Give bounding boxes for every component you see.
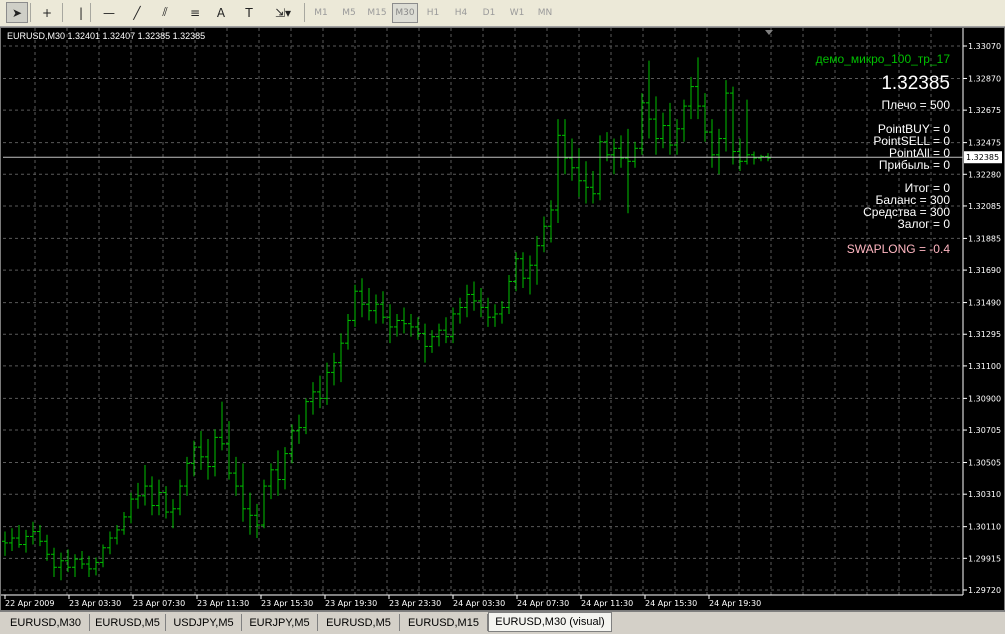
text-label-icon[interactable]: T bbox=[238, 2, 260, 23]
cursor-arrow-icon[interactable]: ➤ bbox=[6, 2, 28, 23]
y-tick-label: 1.29720 bbox=[968, 586, 1001, 595]
x-tick-label: 24 Apr 03:30 bbox=[453, 599, 505, 608]
x-tick-label: 23 Apr 03:30 bbox=[69, 599, 121, 608]
chart-tab[interactable]: EURUSD,M5 bbox=[318, 614, 400, 631]
timeframe-m5-button[interactable]: M5 bbox=[336, 3, 362, 23]
big-price: 1.32385 bbox=[881, 73, 950, 94]
x-tick-label: 22 Apr 2009 bbox=[5, 599, 54, 608]
x-tick-label: 24 Apr 07:30 bbox=[517, 599, 569, 608]
y-tick-label: 1.30310 bbox=[968, 490, 1001, 499]
y-tick-label: 1.30110 bbox=[968, 523, 1001, 532]
timeframe-m30-button[interactable]: M30 bbox=[392, 3, 418, 23]
arrows-dropdown-icon[interactable]: ⇲▾ bbox=[268, 2, 298, 23]
chart-tab[interactable]: EURUSD,M5 bbox=[90, 614, 166, 631]
y-tick-label: 1.32675 bbox=[968, 106, 1001, 115]
x-tick-label: 24 Apr 19:30 bbox=[709, 599, 761, 608]
y-tick-label: 1.32280 bbox=[968, 170, 1001, 179]
y-tick-label: 1.31100 bbox=[968, 362, 1001, 371]
chart-window[interactable]: 1.33070 1.32870 1.32675 1.32475 1.32280 1.320… bbox=[0, 27, 1005, 611]
swap-line: SWAPLONG = -0.4 bbox=[846, 242, 950, 256]
trendline-icon[interactable]: ╱ bbox=[126, 2, 148, 23]
timeframe-d1-button[interactable]: D1 bbox=[476, 3, 502, 23]
chart-tab[interactable]: EURUSD,M30 (visual) bbox=[488, 612, 612, 632]
equidistant-channel-icon[interactable]: ⫽ bbox=[154, 2, 176, 23]
horizontal-line-icon[interactable]: — bbox=[98, 2, 120, 23]
chart-tab[interactable]: EURUSD,M15 bbox=[400, 614, 488, 631]
leverage: Плечо = 500 bbox=[881, 98, 950, 112]
account-block: Итог = 0 Баланс = 300 Средства = 300 Залог … bbox=[863, 182, 950, 230]
y-tick-label: 1.31885 bbox=[968, 234, 1001, 243]
y-tick-label: 1.30705 bbox=[968, 426, 1001, 435]
y-tick-label: 1.32870 bbox=[968, 74, 1001, 83]
timeframe-h4-button[interactable]: H4 bbox=[448, 3, 474, 23]
chart-tab[interactable]: EURJPY,M5 bbox=[242, 614, 318, 631]
timeframe-m1-button[interactable]: M1 bbox=[308, 3, 334, 23]
crosshair-icon[interactable]: + bbox=[36, 2, 58, 23]
current-price-label: 1.32385 bbox=[966, 153, 999, 162]
timeframe-mn-button[interactable]: MN bbox=[532, 3, 558, 23]
y-tick-label: 1.33070 bbox=[968, 42, 1001, 51]
account-line: Залог = 0 bbox=[897, 217, 950, 231]
y-tick-label: 1.29915 bbox=[968, 554, 1001, 563]
y-tick-label: 1.30900 bbox=[968, 394, 1001, 403]
y-tick-label: 1.31295 bbox=[968, 330, 1001, 339]
y-tick-label: 1.32085 bbox=[968, 202, 1001, 211]
toolbar-separator bbox=[30, 3, 31, 22]
x-tick-label: 23 Apr 11:30 bbox=[197, 599, 249, 608]
info-line: Прибыль = 0 bbox=[878, 158, 950, 172]
x-tick-label: 23 Apr 19:30 bbox=[325, 599, 377, 608]
y-tick-label: 1.32475 bbox=[968, 139, 1001, 148]
chart-canvas[interactable]: 1.33070 1.32870 1.32675 1.32475 1.32280 1.320… bbox=[1, 28, 1004, 610]
x-tick-label: 24 Apr 11:30 bbox=[581, 599, 633, 608]
y-tick-label: 1.31690 bbox=[968, 266, 1001, 275]
toolbar-separator bbox=[304, 3, 305, 22]
x-tick-label: 23 Apr 07:30 bbox=[133, 599, 185, 608]
x-tick-label: 23 Apr 15:30 bbox=[261, 599, 313, 608]
chart-tabbar: EURUSD,M30 EURUSD,M5 USDJPY,M5 EURJPY,M5 EUR… bbox=[0, 611, 1005, 634]
chart-header: EURUSD,M30 1.32401 1.32407 1.32385 1.323… bbox=[7, 31, 206, 41]
timeframe-m15-button[interactable]: M15 bbox=[364, 3, 390, 23]
vertical-line-icon[interactable]: | bbox=[70, 2, 92, 23]
timeframe-h1-button[interactable]: H1 bbox=[420, 3, 446, 23]
x-tick-label: 24 Apr 15:30 bbox=[645, 599, 697, 608]
text-icon[interactable]: A bbox=[210, 2, 232, 23]
x-tick-label: 23 Apr 23:30 bbox=[389, 599, 441, 608]
fibonacci-icon[interactable]: ≡ bbox=[184, 2, 206, 23]
y-tick-label: 1.31490 bbox=[968, 299, 1001, 308]
info-block: PointBUY = 0 PointSELL = 0 PointAll = 0 При… bbox=[873, 123, 950, 171]
toolbar-separator bbox=[62, 3, 63, 22]
chart-tab[interactable]: USDJPY,M5 bbox=[166, 614, 242, 631]
chart-tab[interactable]: EURUSD,M30 bbox=[2, 614, 90, 631]
toolbar-separator bbox=[90, 3, 91, 22]
y-tick-label: 1.30505 bbox=[968, 459, 1001, 468]
expert-name: демо_микро_100_тр_17 bbox=[815, 52, 950, 66]
timeframe-w1-button[interactable]: W1 bbox=[504, 3, 530, 23]
toolbar: ➤ + | — ╱ ⫽ ≡ A T ⇲▾ M1 M5 M15 M30 H1 H4 D1 W1 MN bbox=[0, 0, 1005, 27]
